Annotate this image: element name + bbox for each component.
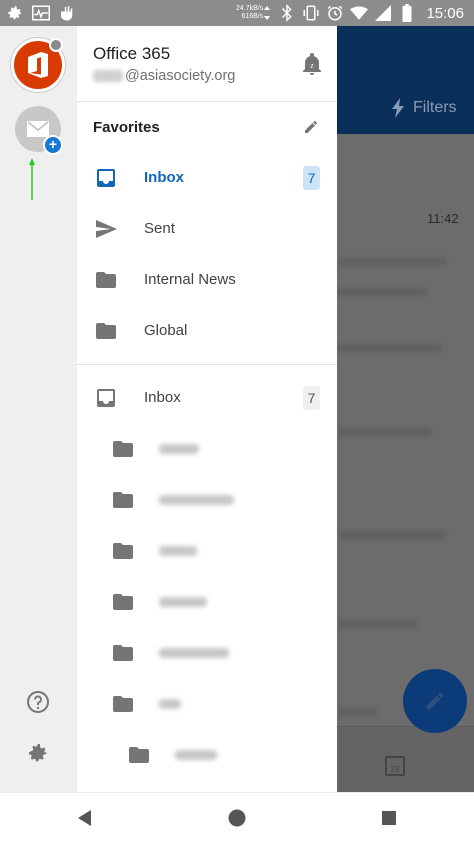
signal-icon [374, 4, 392, 22]
subfolder-item[interactable] [77, 679, 337, 729]
folder-inbox-label: Inbox [144, 389, 181, 406]
folder-icon [113, 696, 133, 712]
email-user-redacted [93, 70, 123, 82]
alarm-icon [326, 4, 344, 22]
wifi-icon [350, 4, 369, 22]
compose-fab [403, 669, 467, 733]
favorites-title: Favorites [93, 119, 160, 136]
status-clock: 15:06 [426, 4, 464, 22]
favorite-sent[interactable]: Sent [77, 204, 337, 254]
divider [77, 364, 337, 365]
calendar-day: 29 [390, 765, 400, 774]
subfolder-item[interactable] [77, 577, 337, 627]
data-arrows-icon [263, 4, 271, 22]
do-not-disturb-bell-icon[interactable]: z [303, 53, 321, 75]
favorite-inbox-label: Inbox [144, 169, 184, 186]
net-speed-down: 616B/s [241, 13, 264, 20]
subfolder-item[interactable] [77, 475, 337, 525]
redacted-folder-name [159, 495, 234, 505]
network-speed: 24.7kB/s 616B/s [236, 5, 263, 21]
hand-icon [58, 4, 76, 22]
activity-icon [32, 4, 50, 22]
status-bar: 24.7kB/s 616B/s 15:06 [0, 0, 474, 26]
home-icon[interactable] [225, 806, 249, 830]
folder-icon [113, 492, 133, 508]
add-plus-icon: + [43, 135, 63, 155]
favorite-global[interactable]: Global [77, 306, 337, 356]
folder-inbox[interactable]: Inbox 7 [77, 373, 337, 423]
redacted-folder-name [159, 546, 197, 556]
back-icon[interactable] [73, 806, 97, 830]
subfolder-item[interactable] [77, 628, 337, 678]
redacted-folder-name [159, 699, 181, 709]
help-icon[interactable] [26, 690, 50, 714]
folder-icon [96, 272, 116, 288]
net-speed-up: 24.7kB/s [236, 5, 264, 12]
lightning-icon [392, 98, 404, 118]
folder-icon [113, 441, 133, 457]
background-app-scrim[interactable]: Filters 11:42 29 [337, 26, 474, 792]
folder-icon [113, 543, 133, 559]
edit-favorites-icon[interactable] [303, 119, 319, 135]
background-bottom-bar [337, 726, 474, 792]
calendar-icon: 29 [385, 756, 405, 776]
unread-count-badge: 7 [303, 386, 320, 410]
blurred-message-line [337, 258, 447, 266]
subfolder-item[interactable] [77, 526, 337, 576]
subfolder-item[interactable] [77, 424, 337, 474]
blurred-message-line [337, 620, 417, 628]
favorite-internal-news[interactable]: Internal News [77, 255, 337, 305]
folder-icon [113, 645, 133, 661]
green-arrow-annotation [29, 158, 35, 200]
filters-label: Filters [413, 99, 457, 116]
redacted-folder-name [159, 444, 199, 454]
folder-drawer: Office 365 @asiasociety.org z Favorites … [77, 26, 337, 792]
divider [77, 101, 337, 102]
subfolder-item[interactable] [77, 730, 337, 780]
redacted-folder-name [175, 750, 217, 760]
account-name: Office 365 [93, 44, 171, 63]
redacted-folder-name [159, 597, 207, 607]
account-email: @asiasociety.org [93, 68, 235, 84]
android-nav-bar [0, 792, 474, 842]
blurred-message-line [337, 288, 427, 296]
blurred-message-line [337, 344, 442, 352]
settings-icon [6, 4, 24, 22]
filters-button: Filters [391, 98, 457, 118]
redacted-folder-name [159, 648, 229, 658]
blurred-message-line [337, 428, 432, 436]
favorite-inbox[interactable]: Inbox 7 [77, 153, 337, 203]
blurred-message-line [337, 531, 447, 539]
vibrate-icon [302, 4, 320, 22]
background-message-time: 11:42 [427, 211, 459, 226]
favorite-sent-label: Sent [144, 220, 175, 237]
mail-icon [27, 121, 49, 137]
blurred-message-line [337, 708, 377, 716]
background-header: Filters [337, 26, 474, 134]
folder-icon [96, 323, 116, 339]
battery-icon [398, 4, 416, 22]
pencil-icon [426, 692, 444, 710]
bluetooth-icon [278, 4, 296, 22]
inbox-icon [97, 389, 115, 407]
favorite-internal-news-label: Internal News [144, 271, 236, 288]
office-logo-icon [28, 52, 48, 78]
unread-count-badge: 7 [303, 166, 320, 190]
inbox-icon [97, 169, 115, 187]
favorite-global-label: Global [144, 322, 188, 339]
settings-gear-icon[interactable] [26, 741, 50, 765]
account-status-dot [49, 38, 63, 52]
account-email-domain: @asiasociety.org [125, 68, 236, 84]
folder-icon [113, 594, 133, 610]
recents-icon[interactable] [377, 806, 401, 830]
send-icon [96, 220, 117, 238]
account-rail: + [0, 26, 77, 792]
folder-icon [129, 747, 149, 763]
svg-text:z: z [310, 63, 314, 70]
